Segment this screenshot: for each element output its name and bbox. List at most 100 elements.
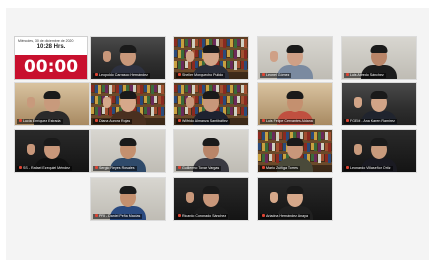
book [331, 143, 332, 150]
mic-muted-icon [262, 73, 265, 76]
participant-name-text: Sergio Reyes Rosales [99, 166, 135, 170]
participant-name-text: Diana Aurora Rojas [99, 119, 131, 123]
mic-muted-icon [95, 119, 98, 122]
participant-video-tile[interactable]: FGEM - Ana Karen Ramírez [341, 82, 417, 126]
participant-video-tile[interactable]: Leopoldo Carrasco Hernández [90, 36, 166, 80]
participant-name-text: FGEM - Ana Karen Ramírez [350, 119, 395, 123]
raised-hand [186, 97, 194, 108]
participant-name-label: Luis Alfredo Sánchez [344, 73, 386, 78]
participant-hair [119, 138, 137, 146]
participant-name-text: Ariadna Hernández Anaya [266, 214, 308, 218]
participant-name-label: Ricardo Coronado Sánchez [176, 214, 229, 219]
mic-muted-icon [262, 214, 265, 217]
mic-muted-icon [178, 214, 181, 217]
participant-hair [119, 186, 137, 194]
participant-name-label: Luis Felipe Cervantes Aldana [260, 119, 315, 124]
raised-hand [186, 192, 194, 203]
participant-name-label: Wilfrido Almanza Santibáñez [176, 119, 230, 124]
mic-muted-icon [262, 166, 265, 169]
raised-hand [103, 51, 111, 62]
clock-time: 10:28 Hrs. [36, 44, 66, 50]
participant-video-tile[interactable]: Sergio Reyes Rosales [90, 129, 166, 173]
participant-hair [286, 45, 304, 53]
participant-name-text: SS - Rafael Ezequiel Méndez [23, 166, 70, 170]
participant-name-text: Luis Alfredo Sánchez [350, 73, 384, 77]
participant-name-text: Sheller Morquecho Pulido [182, 73, 224, 77]
participant-name-label: Leopoldo Carrasco Hernández [93, 73, 150, 78]
book [331, 132, 332, 139]
participant-name-label: SS - Rafael Ezequiel Méndez [17, 166, 72, 171]
participant-hair [202, 91, 220, 99]
book [331, 154, 332, 161]
mic-muted-icon [178, 119, 181, 122]
participant-hair [202, 45, 220, 53]
raised-hand [354, 144, 362, 155]
participant-video-tile[interactable]: Guillermo Tovar Vargas [173, 129, 249, 173]
participant-hair [43, 138, 61, 146]
participant-name-text: Leopoldo Carrasco Hernández [99, 73, 148, 77]
participant-video-tile[interactable]: Luis Alfredo Sánchez [341, 36, 417, 80]
participant-hair [286, 186, 304, 194]
mic-muted-icon [346, 73, 349, 76]
participant-video-tile[interactable]: Luis Felipe Cervantes Aldana [257, 82, 333, 126]
mic-muted-icon [262, 119, 265, 122]
participant-video-tile[interactable]: Ricardo Coronado Sánchez [173, 177, 249, 221]
participant-name-text: Ricardo Coronado Sánchez [182, 214, 227, 218]
mic-muted-icon [95, 214, 98, 217]
participant-video-tile[interactable]: Wilfrido Almanza Santibáñez [173, 82, 249, 126]
mic-muted-icon [178, 166, 181, 169]
participant-name-label: Ariadna Hernández Anaya [260, 214, 310, 219]
mic-muted-icon [346, 119, 349, 122]
participant-name-label: Leonardo Villaseñor Ortiz [344, 166, 393, 171]
participant-hair [119, 91, 137, 99]
participant-hair [43, 91, 61, 99]
mic-muted-icon [19, 166, 22, 169]
participant-name-text: Lucía Enríquez Estrada [23, 119, 61, 123]
participant-video-tile[interactable]: Ariadna Hernández Anaya [257, 177, 333, 221]
participant-name-label: Lucía Enríquez Estrada [17, 119, 63, 124]
participant-name-text: Leonardo Villaseñor Ortiz [350, 166, 391, 170]
participant-name-label: Sheller Morquecho Pulido [176, 73, 226, 78]
participant-video-tile[interactable]: SS - Rafael Ezequiel Méndez [14, 129, 90, 173]
participant-video-tile[interactable]: Mario Zúñiga Torres [257, 129, 333, 173]
countdown-clock-tile: Miércoles, 30 de diciembre de 2020 10:28… [14, 36, 88, 80]
participant-name-label: Leonel Gómez [260, 73, 292, 78]
mic-muted-icon [346, 166, 349, 169]
mic-muted-icon [178, 73, 181, 76]
participant-hair [286, 91, 304, 99]
book [164, 96, 165, 103]
participant-name-label: Sergio Reyes Rosales [93, 166, 137, 171]
book [247, 107, 248, 114]
countdown-timer: 00:00 [15, 55, 87, 79]
book [247, 61, 248, 68]
participant-hair [286, 138, 304, 146]
participant-name-text: Guillermo Tovar Vargas [182, 166, 220, 170]
book [247, 96, 248, 103]
participant-name-text: PRI - Daniel Peña Macías [99, 214, 141, 218]
participant-hair [370, 138, 388, 146]
participant-video-tile[interactable]: Leonardo Villaseñor Ortiz [341, 129, 417, 173]
book [164, 85, 165, 92]
raised-hand [270, 192, 278, 203]
participant-video-tile[interactable]: Sheller Morquecho Pulido [173, 36, 249, 80]
participant-name-label: FGEM - Ana Karen Ramírez [344, 119, 397, 124]
raised-hand [270, 51, 278, 62]
raised-hand [186, 51, 194, 62]
participant-hair [202, 138, 220, 146]
participant-video-tile[interactable]: Leonel Gómez [257, 36, 333, 80]
book [247, 85, 248, 92]
participant-name-text: Mario Zúñiga Torres [266, 166, 298, 170]
book [247, 39, 248, 46]
participant-video-tile[interactable]: Lucía Enríquez Estrada [14, 82, 90, 126]
participant-hair [370, 91, 388, 99]
mic-muted-icon [95, 73, 98, 76]
participant-video-tile[interactable]: Diana Aurora Rojas [90, 82, 166, 126]
participant-hair [202, 186, 220, 194]
mic-muted-icon [95, 166, 98, 169]
participant-name-label: PRI - Daniel Peña Macías [93, 214, 143, 219]
raised-hand [27, 97, 35, 108]
participant-video-tile[interactable]: PRI - Daniel Peña Macías [90, 177, 166, 221]
participant-name-text: Leonel Gómez [266, 73, 290, 77]
participant-name-label: Diana Aurora Rojas [93, 119, 133, 124]
participant-hair [370, 45, 388, 53]
